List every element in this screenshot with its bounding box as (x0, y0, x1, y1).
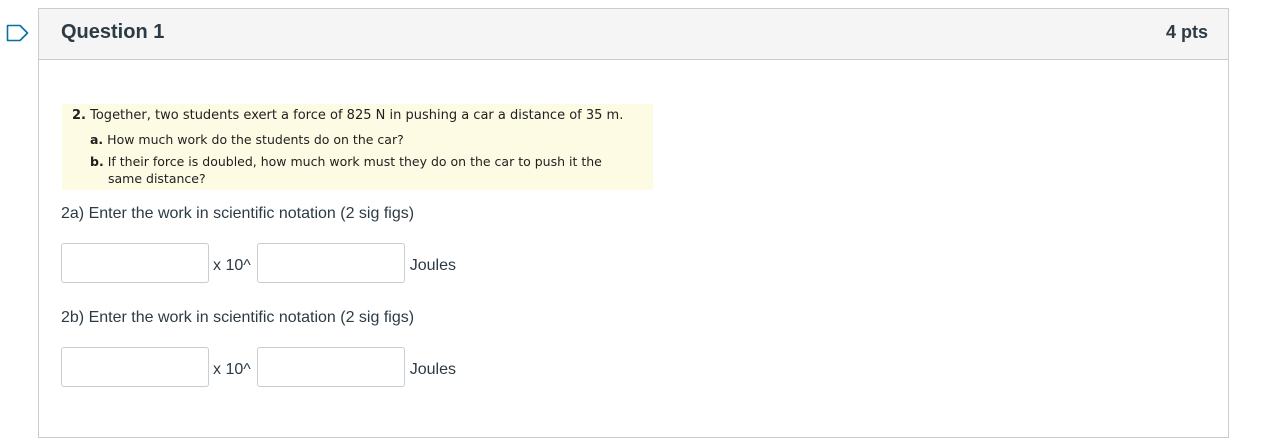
problem-part-a-text: How much work do the students do on the … (107, 132, 404, 147)
part-b-answer-row: x 10^ Joules (61, 347, 456, 387)
question-points: 4 pts (1165, 22, 1208, 42)
problem-image: 2. Together, two students exert a force … (62, 104, 653, 190)
part-b-unit-label: Joules (409, 361, 456, 378)
problem-number: 2. (72, 108, 86, 123)
part-b-prompt: 2b) Enter the work in scientific notatio… (61, 309, 415, 326)
flag-question-icon[interactable] (6, 24, 30, 42)
question-header: Question 1 4 pts (39, 9, 1228, 60)
problem-part-b-text: If their force is doubled, how much work… (107, 154, 602, 169)
problem-part-a: a. How much work do the students do on t… (90, 132, 404, 147)
part-a-exponent-input[interactable] (256, 243, 405, 283)
part-b-coefficient-input[interactable] (61, 347, 209, 387)
problem-part-b-continued: same distance? (108, 171, 206, 186)
part-a-coefficient-input[interactable] (61, 243, 209, 283)
problem-part-b: b. If their force is doubled, how much w… (90, 154, 602, 169)
part-a-times-label: x 10^ (213, 257, 251, 274)
part-a-answer-row: x 10^ Joules (61, 243, 456, 283)
part-b-exponent-input[interactable] (256, 347, 405, 387)
part-b-times-label: x 10^ (213, 361, 251, 378)
question-title: Question 1 (61, 21, 165, 43)
problem-main-text: 2. Together, two students exert a force … (72, 108, 623, 123)
problem-part-b-label: b. (90, 154, 104, 169)
question-card: Question 1 4 pts 2. Together, two studen… (38, 8, 1229, 438)
part-a-prompt: 2a) Enter the work in scientific notatio… (61, 205, 415, 222)
problem-statement: Together, two students exert a force of … (90, 108, 624, 123)
part-a-unit-label: Joules (409, 257, 456, 274)
problem-part-a-label: a. (90, 132, 104, 147)
